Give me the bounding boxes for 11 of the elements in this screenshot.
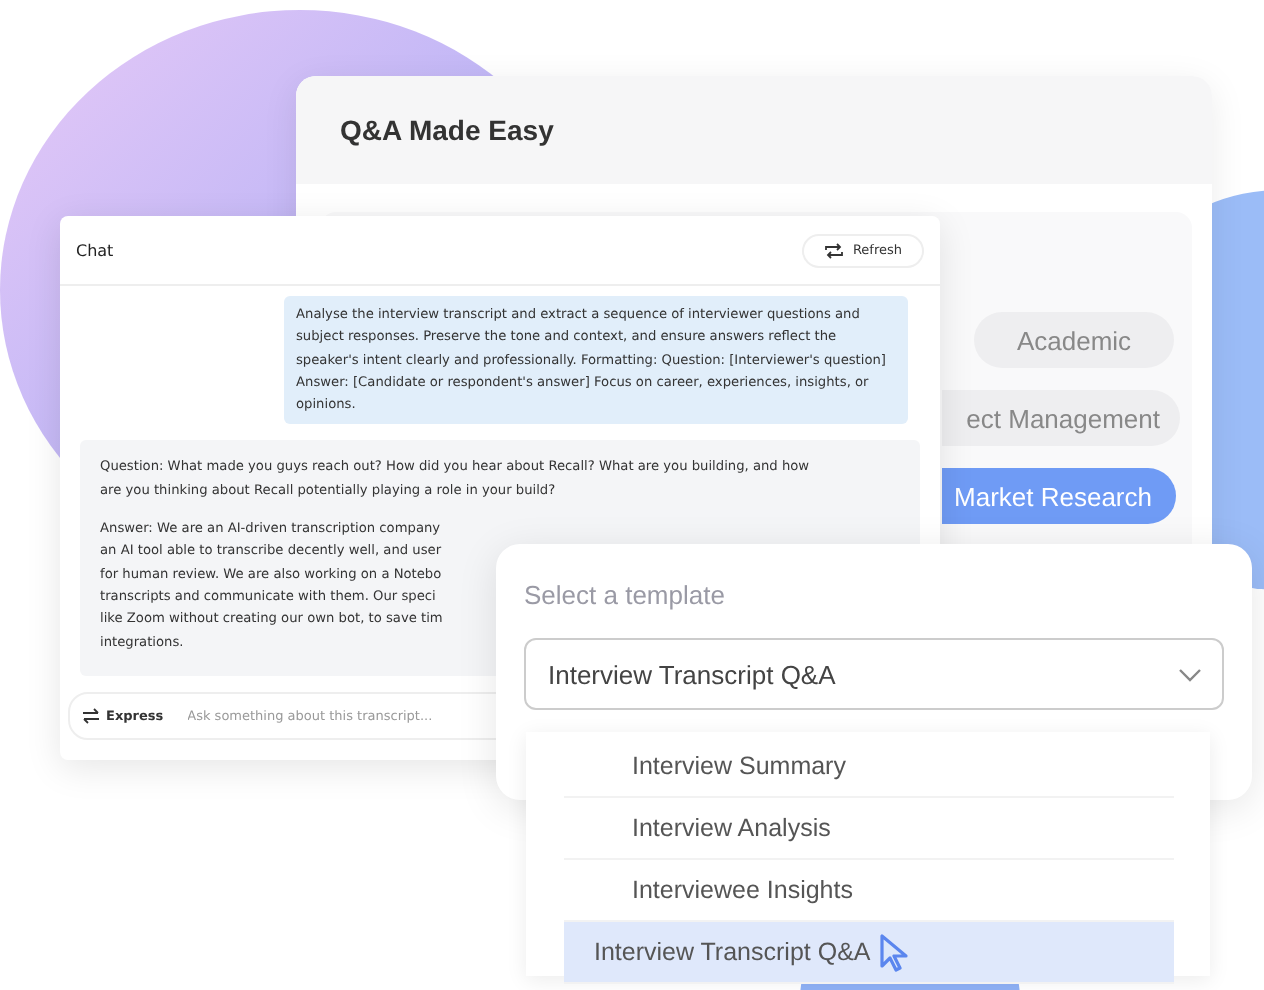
template-option[interactable]: Interview Transcript Q&A [564,922,1174,984]
panel-title: Q&A Made Easy [340,114,554,146]
chevron-down-icon [1178,667,1202,681]
swap-icon [82,708,100,725]
template-select[interactable]: Interview Transcript Q&A [524,638,1224,710]
refresh-icon [824,241,845,259]
template-option[interactable]: Interview Analysis [564,798,1174,860]
template-option[interactable]: Interview Summary [564,736,1174,798]
cursor-icon [878,932,911,972]
chat-title: Chat [76,241,114,259]
template-label: Select a template [524,580,727,610]
